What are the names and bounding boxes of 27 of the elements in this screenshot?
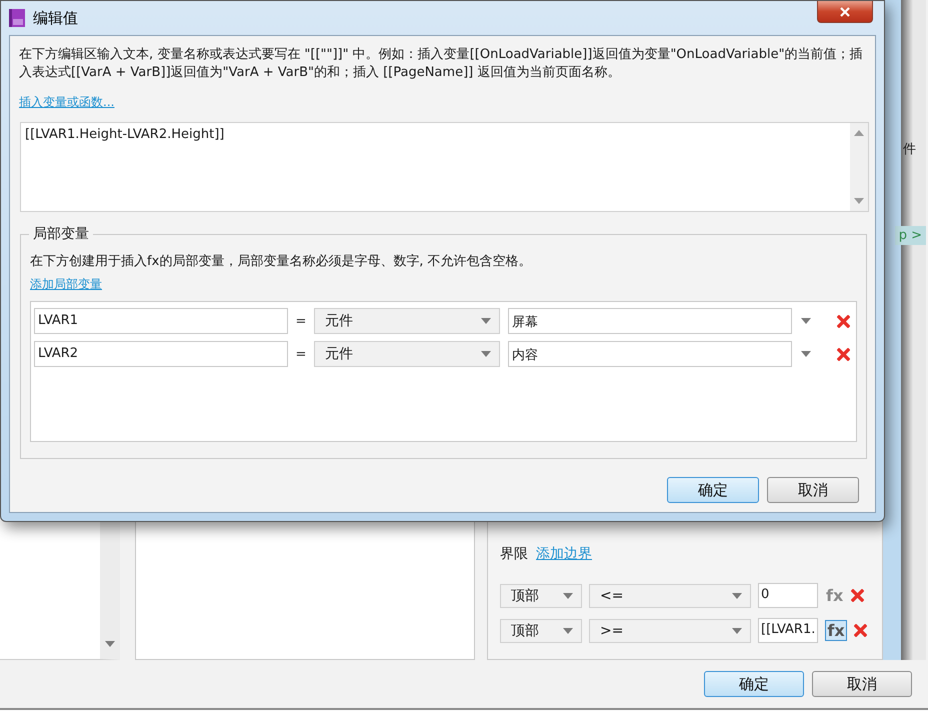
description-text: 在下方创建用于插入fx的局部变量，局部变量名称必须是字母、数字, 不允许包含空格。	[30, 253, 533, 270]
name-field[interactable]: LVAR1	[34, 308, 288, 334]
fx-button[interactable]: fx	[825, 620, 847, 641]
panel-text: p >	[894, 226, 926, 245]
target-field[interactable]: 内容	[508, 341, 792, 367]
dropdown[interactable]: >=	[589, 618, 751, 642]
equals-sign: =	[294, 314, 308, 328]
dropdown[interactable]: 顶部	[500, 618, 582, 642]
ok-button[interactable]: 确定	[704, 671, 804, 697]
dropdown[interactable]: 元件	[314, 308, 500, 334]
dropdown[interactable]: 顶部	[500, 584, 582, 608]
cancel-button[interactable]: 取消	[767, 477, 859, 503]
window-title: 编辑值	[33, 8, 78, 28]
cancel-button[interactable]: 取消	[812, 671, 912, 697]
value-field[interactable]: [[LVAR1.	[758, 618, 818, 643]
value-field[interactable]: 0	[758, 583, 818, 608]
description-text: 在下方编辑区输入文本, 变量名称或表达式要写在 "[[""]]" 中。例如：插入变量[[OnLoadVariable]]返回值为变量"OnLoadVariable"的当前值；插入表达式[[VarA + VarB]]返回值为"VarA + VarB"的和；插入 [[PageName]] 返回值为当前页面名称。	[19, 46, 864, 82]
dropdown[interactable]: <=	[589, 584, 751, 608]
bounds-label: 界限	[500, 545, 528, 563]
equals-sign: =	[294, 346, 308, 362]
panel-text: 件	[903, 141, 917, 158]
expression-field[interactable]: [[LVAR1.Height-LVAR2.Height]]	[20, 122, 869, 212]
target-field[interactable]: 屏幕	[508, 308, 792, 334]
name-field[interactable]: LVAR2	[34, 341, 288, 367]
group-title: 局部变量	[29, 225, 93, 243]
ok-button[interactable]: 确定	[667, 477, 759, 503]
dropdown[interactable]: 元件	[314, 341, 500, 367]
